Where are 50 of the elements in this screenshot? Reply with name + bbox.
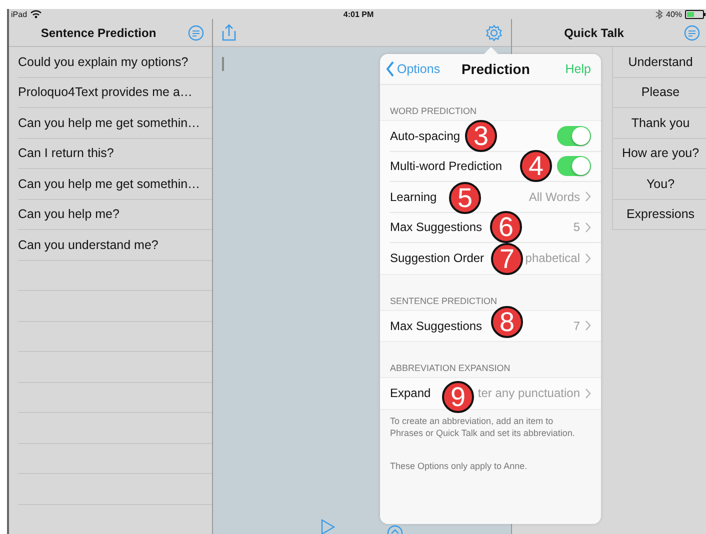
row-label: Learning — [390, 190, 437, 204]
quick-talk-item[interactable]: Understand — [612, 47, 706, 78]
quick-talk-item[interactable]: Thank you — [612, 108, 706, 138]
settings-icon[interactable] — [485, 24, 503, 42]
chat-bubble-icon[interactable] — [188, 24, 204, 40]
sentence-item[interactable]: Can you help me get somethin… — [18, 169, 212, 200]
panel-title: Sentence Prediction — [40, 26, 158, 40]
toggle-switch[interactable] — [557, 126, 591, 146]
quick-talk-item[interactable]: You? — [612, 169, 706, 200]
row-label: Auto-spacing — [390, 128, 460, 143]
row-value: All Words — [528, 190, 580, 204]
chevron-right-icon — [585, 191, 591, 202]
wifi-icon — [30, 9, 42, 19]
chat-bubble-icon[interactable] — [684, 24, 700, 40]
row-value: 7 — [573, 318, 580, 333]
sentence-item[interactable]: Can you understand me? — [18, 230, 212, 260]
quick-talk-item[interactable]: Please — [612, 78, 706, 108]
section-header: ABBREVIATION EXPANSION — [389, 362, 512, 375]
quick-talk-item[interactable]: How are you? — [612, 138, 706, 169]
sentence-item[interactable]: Can you help me get somethin… — [18, 108, 212, 138]
share-icon[interactable] — [221, 24, 237, 41]
chevron-right-icon — [585, 320, 591, 332]
row-label: Expand — [390, 386, 431, 400]
row-label: Multi-word Prediction — [390, 159, 502, 174]
quick-talk-item[interactable]: Expressions — [612, 200, 706, 230]
play-icon[interactable] — [321, 519, 335, 534]
note-text: These Options only apply to Anne. — [389, 460, 528, 470]
sentence-item[interactable]: Can I return this? — [18, 138, 212, 169]
row-value: 5 — [573, 220, 580, 234]
section-header: WORD PREDICTION — [389, 105, 478, 118]
battery-icon — [685, 10, 706, 18]
device-label: iPad — [11, 10, 28, 18]
sentence-item[interactable]: Proloquo4Text provides me a… — [18, 78, 212, 108]
sentence-item[interactable]: Could you explain my options? — [18, 47, 212, 78]
chevron-right-icon — [585, 252, 591, 264]
panel-title: Quick Talk — [563, 26, 625, 40]
row-value: phabetical — [525, 251, 580, 266]
toggle-switch[interactable] — [557, 156, 591, 176]
row-label: Max Suggestions — [390, 318, 482, 333]
sentence-item[interactable]: Can you help me? — [18, 200, 212, 230]
clock-time: 4:01 PM — [342, 10, 375, 18]
chevron-right-icon — [585, 222, 591, 233]
popover-title: Prediction — [460, 61, 531, 77]
row-value: ter any punctuation — [478, 386, 580, 400]
chevron-left-icon — [386, 61, 394, 77]
chevron-right-icon — [585, 388, 591, 399]
row-label: Max Suggestions — [390, 220, 482, 234]
row-label: Suggestion Order — [390, 251, 484, 266]
section-header: SENTENCE PREDICTION — [389, 294, 498, 308]
battery-percent: 40% — [666, 10, 682, 18]
